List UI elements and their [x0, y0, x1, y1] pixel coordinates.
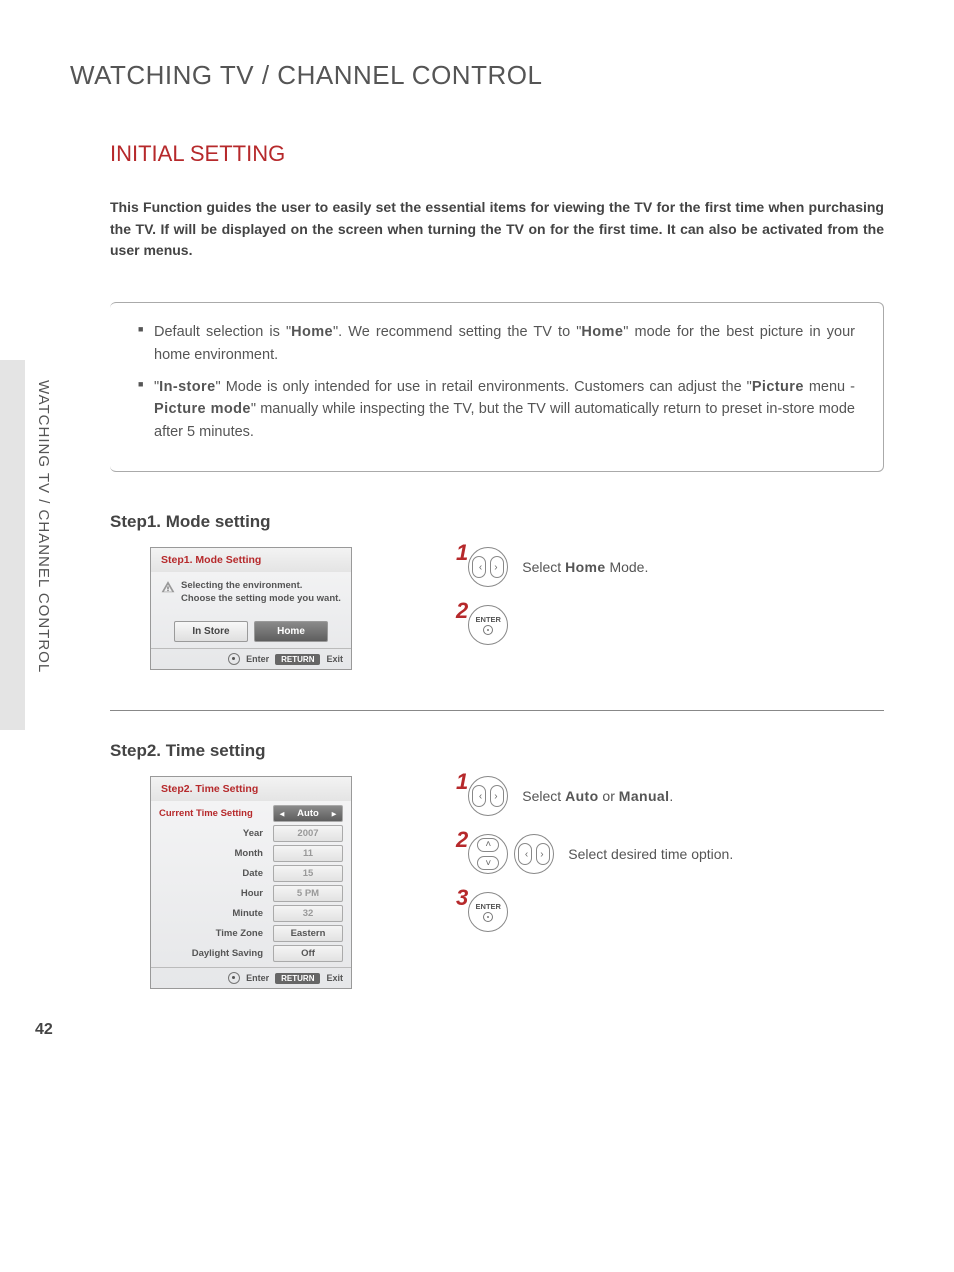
time-setting-auto-value[interactable]: ◄Auto► [273, 805, 343, 822]
time-setting-header-row: Current Time Setting◄Auto► [159, 805, 343, 822]
time-setting-value[interactable]: 32 [273, 905, 343, 922]
time-setting-value[interactable]: 15 [273, 865, 343, 882]
enter-dot-icon [228, 972, 240, 984]
page-number: 42 [35, 1021, 53, 1039]
time-setting-row: Minute32 [159, 905, 343, 922]
intro-paragraph: This Function guides the user to easily … [110, 197, 884, 262]
step1-osd-title: Step1. Mode Setting [151, 548, 351, 572]
instore-button[interactable]: In Store [174, 621, 248, 642]
home-button[interactable]: Home [254, 621, 328, 642]
step1-heading: Step1. Mode setting [110, 512, 884, 532]
side-tab [0, 360, 25, 730]
return-pill: RETURN [275, 973, 320, 984]
step2-instr1-text: Select Auto or Manual. [522, 788, 673, 804]
time-setting-value[interactable]: 11 [273, 845, 343, 862]
divider [110, 710, 884, 711]
time-setting-value[interactable]: 2007 [273, 825, 343, 842]
section-title: INITIAL SETTING [110, 141, 884, 167]
remote-left-right-icon: ‹› [514, 834, 554, 874]
step1-osd-footer: Enter RETURN Exit [151, 648, 351, 669]
time-setting-value[interactable]: Off [273, 945, 343, 962]
warning-icon [161, 580, 175, 594]
step1-osd-message: Selecting the environment. Choose the se… [151, 572, 351, 613]
step2-heading: Step2. Time setting [110, 741, 884, 761]
remote-left-right-icon: ‹› [468, 776, 508, 816]
remote-enter-icon: ENTER [468, 605, 508, 645]
step2-instructions: 1 ‹› Select Auto or Manual. 2 ˄˅ ‹› [442, 776, 733, 950]
step1-instr-text: Select Home Mode. [522, 559, 648, 575]
remote-left-right-icon: ‹› [468, 547, 508, 587]
time-setting-row: Time ZoneEastern [159, 925, 343, 942]
page-title: WATCHING TV / CHANNEL CONTROL [70, 60, 884, 91]
remote-up-down-icon: ˄˅ [468, 834, 508, 874]
time-setting-row: Hour5 PM [159, 885, 343, 902]
time-setting-row: Year2007 [159, 825, 343, 842]
note-item-1: Default selection is "Home". We recommen… [138, 321, 855, 366]
step2-osd-title: Step2. Time Setting [151, 777, 351, 801]
remote-enter-icon: ENTER [468, 892, 508, 932]
return-pill: RETURN [275, 654, 320, 665]
time-setting-row: Daylight SavingOff [159, 945, 343, 962]
enter-dot-icon [228, 653, 240, 665]
note-item-2: "In-store" Mode is only intended for use… [138, 376, 855, 443]
step2-osd-footer: Enter RETURN Exit [151, 967, 351, 988]
time-setting-value[interactable]: Eastern [273, 925, 343, 942]
step1-osd: Step1. Mode Setting Selecting the enviro… [150, 547, 352, 670]
step2-instr2-text: Select desired time option. [568, 846, 733, 862]
step2-osd: Step2. Time Setting Current Time Setting… [150, 776, 352, 989]
time-setting-row: Date15 [159, 865, 343, 882]
time-setting-row: Month11 [159, 845, 343, 862]
step1-instructions: 1 ‹› Select Home Mode. 2 ENTER [442, 547, 648, 663]
side-section-label: WATCHING TV / CHANNEL CONTROL [35, 380, 52, 673]
time-setting-value[interactable]: 5 PM [273, 885, 343, 902]
notes-box: Default selection is "Home". We recommen… [110, 302, 884, 472]
